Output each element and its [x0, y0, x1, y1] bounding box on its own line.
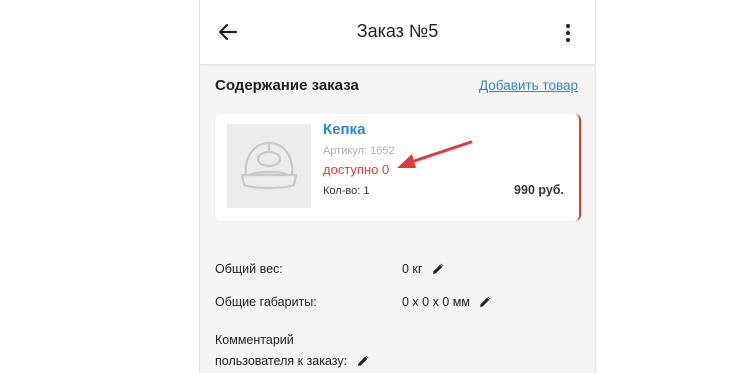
- more-vertical-icon[interactable]: [563, 22, 573, 44]
- product-article: Артикул: 1652: [323, 145, 395, 157]
- total-weight-row: 0 кг: [402, 262, 445, 276]
- total-dims-label: Общие габариты:: [215, 295, 317, 309]
- cap-placeholder-icon: [240, 141, 298, 190]
- total-weight-label: Общий вес:: [215, 262, 283, 276]
- order-contents-title: Содержание заказа: [215, 77, 359, 94]
- edit-dims-pencil-icon[interactable]: [479, 295, 492, 308]
- add-product-link[interactable]: Добавить товар: [479, 78, 578, 93]
- product-image: [227, 124, 311, 208]
- total-dims-value: 0 x 0 x 0 мм: [402, 295, 470, 309]
- comment-label-line1: Комментарий: [215, 333, 294, 347]
- page-title: Заказ №5: [356, 21, 439, 41]
- product-quantity: Кол-во: 1: [323, 185, 370, 197]
- product-card[interactable]: Кепка Артикул: 1652 доступно 0 Кол-во: 1…: [215, 114, 581, 221]
- comment-label-line2: пользователя к заказу:: [215, 354, 348, 368]
- availability-status: доступно 0: [323, 162, 390, 177]
- app-bar: Заказ №5: [200, 0, 595, 64]
- edit-weight-pencil-icon[interactable]: [432, 262, 445, 275]
- edit-comment-pencil-icon[interactable]: [357, 353, 370, 366]
- order-screen: Заказ №5 Содержание заказа Добавить това…: [199, 0, 596, 373]
- product-name-link[interactable]: Кепка: [323, 121, 365, 138]
- product-price: 990 руб.: [514, 183, 564, 197]
- comment-label-line2-row: пользователя к заказу:: [215, 351, 415, 372]
- total-dims-row: 0 x 0 x 0 мм: [402, 295, 492, 309]
- total-weight-value: 0 кг: [402, 262, 423, 276]
- user-comment-label: Комментарий пользователя к заказу:: [215, 330, 415, 372]
